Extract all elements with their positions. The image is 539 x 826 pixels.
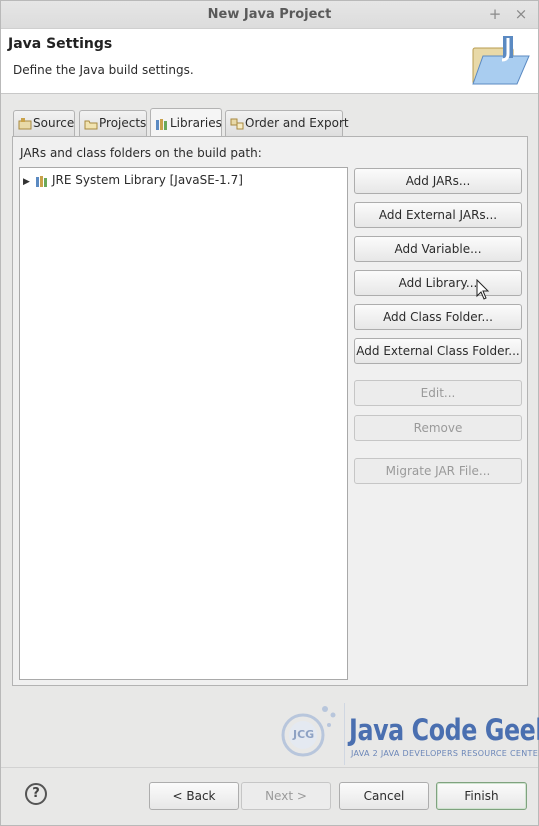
build-path-tree[interactable]: ▶ JRE System Library [JavaSE-1.7] <box>19 167 348 680</box>
finish-button[interactable]: Finish <box>436 782 527 810</box>
java-code-geeks-logo: JCG Java Code Geeks JAVA 2 JAVA DEVELOPE… <box>279 699 539 769</box>
add-class-folder-button[interactable]: Add Class Folder... <box>354 304 522 330</box>
expand-arrow-icon[interactable]: ▶ <box>23 173 35 191</box>
pin-icon[interactable]: + <box>486 5 504 23</box>
libraries-panel: JARs and class folders on the build path… <box>12 136 528 686</box>
edit-button[interactable]: Edit... <box>354 380 522 406</box>
next-button[interactable]: Next > <box>241 782 331 810</box>
libraries-icon <box>156 118 167 130</box>
page-title: Java Settings <box>8 36 113 52</box>
mouse-pointer-icon <box>476 279 490 300</box>
help-icon[interactable]: ? <box>25 783 47 805</box>
remove-button[interactable]: Remove <box>354 415 522 441</box>
logo-name: Java Code Geeks <box>349 713 539 747</box>
page-description: Define the Java build settings. <box>13 63 194 77</box>
tab-order-and-export[interactable]: Order and Export <box>225 110 349 136</box>
footer-separator <box>1 767 538 768</box>
close-icon[interactable]: × <box>512 5 530 23</box>
tab-libraries[interactable]: Libraries <box>150 108 222 136</box>
add-external-class-folder-button[interactable]: Add External Class Folder... <box>354 338 522 364</box>
migrate-jar-button[interactable]: Migrate JAR File... <box>354 458 522 484</box>
library-icon <box>36 175 47 187</box>
tab-source[interactable]: Source <box>13 110 75 136</box>
jcg-logo-badge: JCG <box>293 728 315 741</box>
source-folder-icon <box>18 117 32 129</box>
add-variable-button[interactable]: Add Variable... <box>354 236 522 262</box>
wizard-header: Java Settings Define the Java build sett… <box>1 29 538 94</box>
window-title: New Java Project <box>207 7 332 22</box>
add-library-button[interactable]: Add Library... <box>354 270 522 296</box>
tree-item-jre-system-library[interactable]: ▶ JRE System Library [JavaSE-1.7] <box>23 171 243 189</box>
order-export-icon <box>230 118 244 129</box>
projects-folder-icon <box>84 120 98 129</box>
cancel-button[interactable]: Cancel <box>339 782 429 810</box>
add-jars-button[interactable]: Add JARs... <box>354 168 522 194</box>
build-path-label: JARs and class folders on the build path… <box>20 146 262 160</box>
add-external-jars-button[interactable]: Add External JARs... <box>354 202 522 228</box>
new-java-project-dialog: New Java Project + × Java Settings Defin… <box>0 0 539 826</box>
title-bar: New Java Project + × <box>1 1 538 29</box>
java-project-wizard-icon <box>472 36 530 85</box>
tab-projects[interactable]: Projects <box>79 110 147 136</box>
back-button[interactable]: < Back <box>149 782 239 810</box>
logo-tagline: JAVA 2 JAVA DEVELOPERS RESOURCE CENTER <box>351 749 539 758</box>
